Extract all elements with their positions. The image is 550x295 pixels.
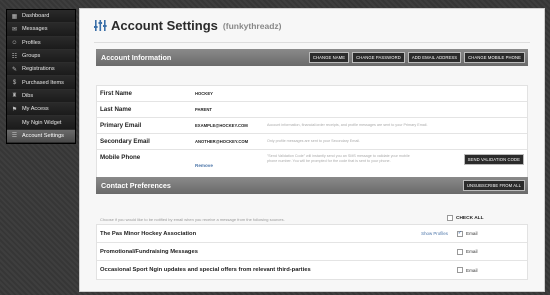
secondary-email-note: Only profile messages are sent to your S… (267, 139, 361, 143)
check-all-label: CHECK ALL (456, 215, 484, 221)
sidebar-item-label: Account Settings (22, 132, 64, 139)
secondary-email-value: ANOTHER@HOCKEY.COM (195, 139, 249, 144)
unsubscribe-all-button[interactable]: UNSUBSCRIBE FROM ALL (462, 180, 525, 191)
primary-email-value: EXAMPLE@HOCKEY.COM (195, 123, 248, 128)
mobile-phone-label: Mobile Phone (100, 154, 141, 161)
dashboard-icon: ▦ (11, 13, 18, 20)
email-checkbox[interactable] (457, 267, 463, 273)
sidebar-item-label: Purchased Items (22, 79, 64, 86)
sidebar-item-label: My Ngin Widget (22, 119, 62, 126)
sidebar-item-profiles[interactable]: ☺ Profiles (7, 36, 75, 50)
page-header: Account Settings (funkythreadz) (94, 18, 281, 33)
sidebar-item-label: Groups (22, 53, 41, 60)
account-info-header: Account Information CHANGE NAME CHANGE P… (96, 49, 528, 66)
settings-icon: ☰ (11, 133, 18, 140)
email-option-label: Email (466, 231, 478, 236)
secondary-email-label: Secondary Email (100, 138, 150, 145)
person-icon: ☺ (11, 39, 18, 46)
sidebar-item-my-access[interactable]: ⚑ My Access (7, 103, 75, 117)
access-icon: ⚑ (11, 106, 18, 113)
pref-row: The Pas Minor Hockey Association Show Pr… (97, 225, 527, 243)
sidebar-item-label: Registrations (22, 66, 55, 73)
email-checkbox[interactable]: ✓ (457, 230, 463, 237)
sidebar-item-label: Messages (22, 26, 48, 33)
change-name-button[interactable]: CHANGE NAME (308, 52, 350, 63)
email-option[interactable]: Email (457, 267, 478, 273)
pref-label: Promotional/Fundraising Messages (100, 248, 198, 255)
sidebar-item-label: Profiles (22, 39, 41, 46)
sidebar-item-purchased-items[interactable]: $ Purchased Items (7, 76, 75, 90)
pref-label: Occasional Sport Ngin updates and specia… (100, 267, 311, 273)
change-password-button[interactable]: CHANGE PASSWORD (352, 52, 405, 63)
check-all-checkbox[interactable] (447, 215, 453, 221)
email-option[interactable]: ✓ Email (457, 230, 478, 237)
contact-prefs-heading: Contact Preferences (101, 181, 171, 190)
change-mobile-phone-button[interactable]: CHANGE MOBILE PHONE (464, 52, 525, 63)
header-divider (94, 42, 530, 43)
first-name-row: First Name HOCKEY (97, 86, 527, 102)
contact-prefs-table: The Pas Minor Hockey Association Show Pr… (96, 224, 528, 280)
last-name-label: Last Name (100, 106, 132, 113)
sidebar-item-my-ngin-widget[interactable]: My Ngin Widget (7, 116, 75, 130)
pref-row: Promotional/Fundraising Messages Email (97, 243, 527, 261)
trophy-icon: ♜ (11, 93, 18, 100)
last-name-value: PARENT (195, 107, 212, 112)
primary-email-label: Primary Email (100, 122, 142, 129)
sidebar-item-groups[interactable]: ☷ Groups (7, 49, 75, 64)
sidebar-item-messages[interactable]: ✉ Messages (7, 23, 75, 37)
dollar-icon: $ (12, 79, 17, 86)
settings-sliders-icon (94, 20, 107, 31)
sidebar-item-label: My Access (22, 106, 49, 113)
email-option-label: Email (466, 249, 478, 254)
first-name-value: HOCKEY (195, 91, 213, 96)
first-name-label: First Name (100, 90, 132, 97)
primary-email-note: Account information, financial/order rec… (267, 123, 428, 127)
sidebar-item-dashboard[interactable]: ▦ Dashboard (7, 10, 75, 24)
remove-phone-link[interactable]: Remove (195, 163, 213, 168)
primary-email-row: Primary Email EXAMPLE@HOCKEY.COM Account… (97, 118, 527, 134)
sidebar-item-registrations[interactable]: ✎ Registrations (7, 63, 75, 77)
sidebar-item-dibs[interactable]: ♜ Dibs (7, 89, 75, 104)
page-title: Account Settings (111, 18, 218, 33)
contact-prefs-intro: Choose if you would like to be notified … (100, 217, 285, 222)
sidebar-item-label: Dashboard (22, 13, 50, 20)
account-info-heading: Account Information (101, 53, 172, 62)
email-option[interactable]: Email (457, 248, 478, 255)
sidebar-nav: ▦ Dashboard ✉ Messages ☺ Profiles ☷ Groups ✎ Regi… (6, 9, 76, 144)
pref-row: Occasional Sport Ngin updates and specia… (97, 261, 527, 279)
contact-prefs-header: Contact Preferences UNSUBSCRIBE FROM ALL (96, 177, 528, 194)
mobile-phone-row: Mobile Phone Remove "Send Validation Cod… (97, 150, 527, 180)
check-all-control[interactable]: CHECK ALL (447, 215, 484, 221)
envelope-icon: ✉ (11, 26, 18, 33)
pref-label: The Pas Minor Hockey Association (100, 230, 197, 237)
email-option-label: Email (466, 267, 478, 273)
last-name-row: Last Name PARENT (97, 102, 527, 118)
sidebar-item-account-settings[interactable]: ☰ Account Settings (7, 129, 75, 143)
sidebar-item-label: Dibs (22, 92, 34, 99)
main-content: Account Settings (funkythreadz) Account … (79, 8, 545, 292)
send-validation-code-button[interactable]: SEND VALIDATION CODE (463, 154, 524, 165)
mobile-phone-note: "Send Validation Code" will instantly se… (267, 154, 410, 163)
page-username: (funkythreadz) (222, 20, 282, 31)
group-icon: ☷ (11, 53, 18, 60)
secondary-email-row: Secondary Email ANOTHER@HOCKEY.COM Only … (97, 134, 527, 150)
email-checkbox[interactable] (457, 248, 463, 255)
show-profiles-link[interactable]: Show Profiles (404, 231, 448, 236)
account-info-table: First Name HOCKEY Last Name PARENT Prima… (96, 85, 528, 181)
add-email-button[interactable]: ADD EMAIL ADDRESS (407, 52, 462, 63)
pencil-icon: ✎ (11, 66, 18, 73)
